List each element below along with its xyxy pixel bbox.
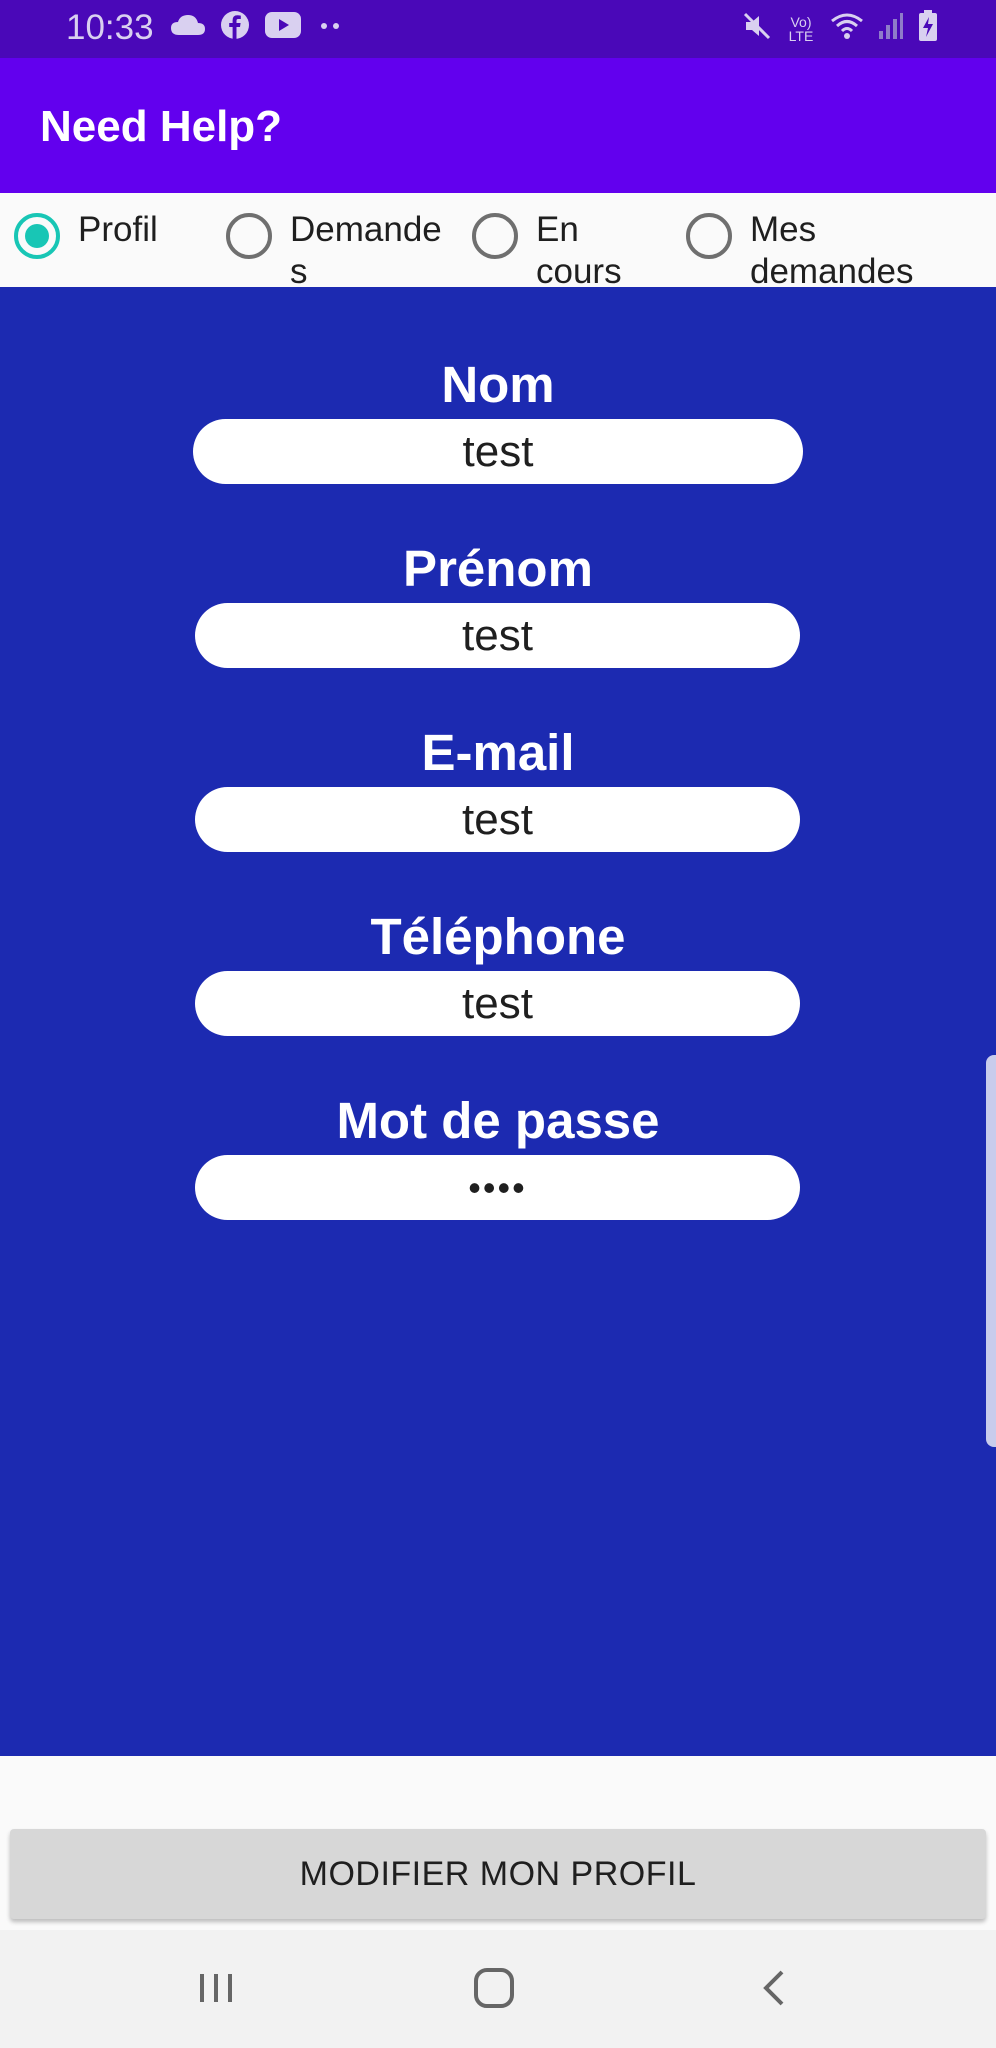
- tab-radio-group: Profil Demandes En cours Mes demandes: [0, 193, 996, 287]
- tab-label: En cours: [536, 210, 622, 287]
- profile-form: Nom test Prénom test E-mail test Télépho…: [0, 287, 996, 1756]
- field-telephone: Téléphone test: [0, 907, 996, 1036]
- home-icon[interactable]: [472, 1966, 516, 2015]
- email-input[interactable]: test: [195, 787, 800, 852]
- signal-icon: [878, 11, 904, 46]
- radio-unchecked-icon: [226, 213, 272, 259]
- tab-label: Profil: [78, 210, 158, 249]
- app-title: Need Help?: [40, 102, 283, 151]
- cloud-icon: [170, 13, 206, 42]
- telephone-input[interactable]: test: [195, 971, 800, 1036]
- tab-label: Mes demandes: [750, 210, 914, 287]
- status-time: 10:33: [66, 8, 154, 47]
- radio-unchecked-icon: [686, 213, 732, 259]
- button-area: MODIFIER MON PROFIL: [0, 1756, 996, 1930]
- nom-input[interactable]: test: [193, 419, 803, 484]
- status-left-icons: [170, 10, 344, 45]
- password-label: Mot de passe: [336, 1092, 660, 1149]
- volte-icon: Vo) LTE: [788, 13, 814, 44]
- field-password: Mot de passe ••••: [0, 1091, 996, 1220]
- tab-profil[interactable]: Profil: [14, 209, 204, 259]
- tab-demandes[interactable]: Demandes: [226, 209, 450, 287]
- field-prenom: Prénom test: [0, 539, 996, 668]
- facebook-icon: [220, 10, 250, 45]
- field-nom: Nom test: [0, 355, 996, 484]
- recent-apps-icon[interactable]: [194, 1966, 238, 2015]
- password-input[interactable]: ••••: [195, 1155, 800, 1220]
- scrollbar[interactable]: [986, 1055, 996, 1447]
- app-bar: Need Help?: [0, 58, 996, 193]
- tab-mes-demandes[interactable]: Mes demandes: [686, 209, 992, 287]
- battery-charging-icon: [918, 10, 938, 47]
- prenom-input[interactable]: test: [195, 603, 800, 668]
- mute-icon: [742, 11, 772, 46]
- field-email: E-mail test: [0, 723, 996, 852]
- radio-unchecked-icon: [472, 213, 518, 259]
- modify-profile-button[interactable]: MODIFIER MON PROFIL: [10, 1829, 986, 1919]
- tab-label: Demandes: [290, 210, 442, 287]
- youtube-icon: [264, 11, 302, 44]
- wifi-icon: [830, 11, 864, 46]
- more-dots-icon: [316, 19, 344, 37]
- email-label: E-mail: [421, 724, 575, 781]
- nom-label: Nom: [441, 356, 555, 413]
- status-bar: 10:33 Vo) LTE: [0, 0, 996, 58]
- navigation-bar: [0, 1930, 996, 2048]
- telephone-label: Téléphone: [370, 908, 626, 965]
- back-icon[interactable]: [752, 1966, 796, 2015]
- status-right-icons: Vo) LTE: [742, 10, 938, 47]
- prenom-label: Prénom: [403, 540, 593, 597]
- tab-en-cours[interactable]: En cours: [472, 209, 682, 287]
- radio-checked-icon: [14, 213, 60, 259]
